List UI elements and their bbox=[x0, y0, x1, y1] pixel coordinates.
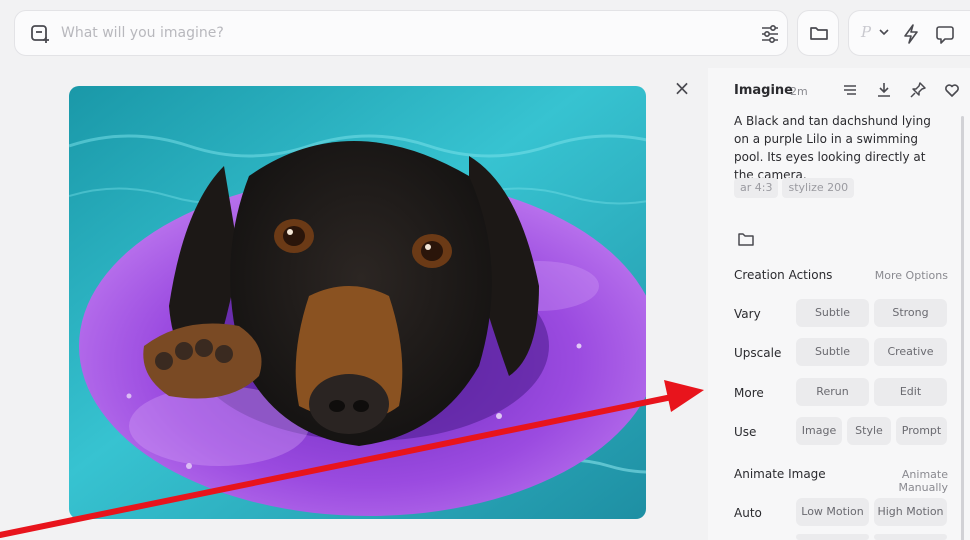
prompt-text: A Black and tan dachshund lying on a pur… bbox=[734, 114, 931, 182]
param-chip[interactable]: stylize 200 bbox=[782, 178, 855, 198]
animate-image-title: Animate Image bbox=[734, 467, 826, 481]
settings-sliders-icon[interactable] bbox=[759, 23, 781, 45]
row-label-upscale: Upscale bbox=[734, 346, 782, 360]
edit-button[interactable]: Edit bbox=[874, 378, 947, 406]
top-bar: P bbox=[0, 0, 970, 68]
generated-image[interactable] bbox=[69, 86, 646, 519]
row-label-more: More bbox=[734, 386, 764, 400]
cut-off-button[interactable] bbox=[796, 534, 869, 540]
dachshund-image bbox=[69, 86, 646, 519]
close-icon[interactable]: × bbox=[672, 78, 692, 98]
prompt-bar[interactable] bbox=[14, 10, 788, 56]
folder-icon[interactable] bbox=[738, 232, 754, 246]
bolt-icon[interactable] bbox=[901, 23, 921, 45]
upscale-subtle-button[interactable]: Subtle bbox=[796, 338, 869, 366]
use-style-button[interactable]: Style bbox=[847, 417, 891, 445]
panel-timestamp: 2m bbox=[790, 85, 808, 98]
row-label-vary: Vary bbox=[734, 307, 761, 321]
more-options-link[interactable]: More Options bbox=[854, 269, 948, 282]
use-image-button[interactable]: Image bbox=[796, 417, 842, 445]
heart-icon[interactable] bbox=[942, 80, 962, 100]
details-panel: Imagine 2m A Black and tan dachshund lyi… bbox=[708, 68, 970, 540]
folder-button[interactable] bbox=[797, 10, 839, 56]
cut-off-button[interactable] bbox=[874, 534, 947, 540]
new-prompt-icon[interactable] bbox=[29, 23, 51, 45]
pin-icon[interactable] bbox=[908, 80, 928, 100]
prompt-input[interactable] bbox=[61, 19, 741, 47]
upscale-creative-button[interactable]: Creative bbox=[874, 338, 947, 366]
prompt-parameters: ar 4:3 stylize 200 bbox=[734, 176, 858, 198]
creation-actions-title: Creation Actions bbox=[734, 268, 833, 282]
panel-title: Imagine bbox=[734, 83, 793, 98]
personalize-toggle[interactable]: P bbox=[861, 23, 871, 41]
low-motion-button[interactable]: Low Motion bbox=[796, 498, 869, 526]
menu-icon[interactable] bbox=[840, 80, 860, 100]
rerun-button[interactable]: Rerun bbox=[796, 378, 869, 406]
chat-icon[interactable] bbox=[935, 23, 955, 45]
use-prompt-button[interactable]: Prompt bbox=[896, 417, 947, 445]
panel-actions bbox=[840, 80, 966, 100]
vary-strong-button[interactable]: Strong bbox=[874, 299, 947, 327]
row-label-use: Use bbox=[734, 425, 757, 439]
folder-icon bbox=[810, 27, 828, 40]
vary-subtle-button[interactable]: Subtle bbox=[796, 299, 869, 327]
download-icon[interactable] bbox=[874, 80, 894, 100]
panel-scrollbar[interactable] bbox=[961, 116, 964, 540]
high-motion-button[interactable]: High Motion bbox=[874, 498, 947, 526]
chevron-down-icon[interactable] bbox=[879, 28, 889, 36]
row-label-auto: Auto bbox=[734, 506, 762, 520]
animate-manually-link[interactable]: Animate Manually bbox=[854, 468, 948, 494]
personalize-group: P bbox=[848, 10, 970, 56]
param-chip[interactable]: ar 4:3 bbox=[734, 178, 779, 198]
